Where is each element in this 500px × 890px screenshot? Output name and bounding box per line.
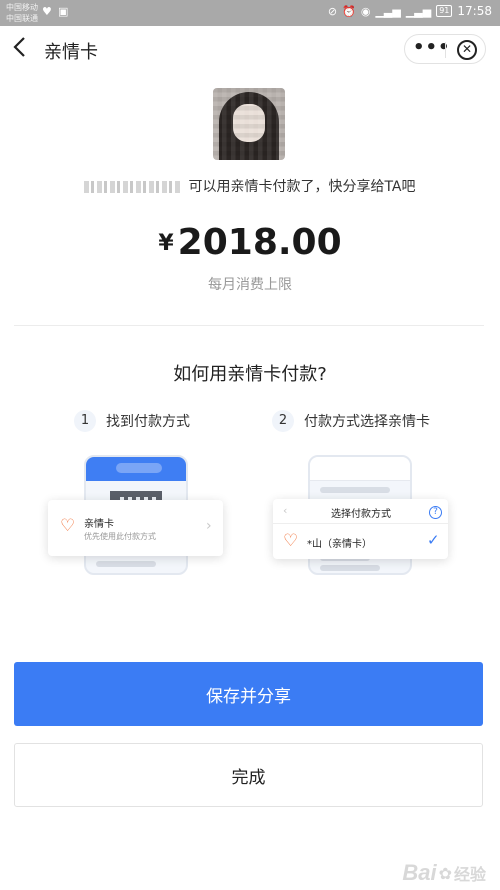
more-icon[interactable]: ••• — [413, 39, 450, 59]
share-message: 可以用亲情卡付款了，快分享给TA吧 — [0, 176, 500, 196]
carrier-labels: 中国移动 中国联通 — [6, 2, 38, 24]
baidu-jingyan-watermark: Bai ✿ 经验 — [402, 860, 486, 886]
monthly-limit-amount: ¥2018.00 — [0, 222, 500, 263]
step-2-number: 2 — [272, 410, 294, 432]
step-1: 1 找到付款方式 — [74, 410, 190, 432]
watermark-suffix: 经验 — [453, 865, 486, 884]
done-button[interactable]: 完成 — [14, 743, 483, 807]
carrier-2: 中国联通 — [6, 14, 38, 23]
signal-4g-icon: ▁▃▅ — [405, 4, 432, 18]
battery-level: 91 — [436, 5, 453, 17]
mute-icon: ⊘ — [327, 4, 338, 18]
carrier-1: 中国移动 — [6, 3, 38, 12]
signal-icon: ▁▃▅ — [375, 4, 401, 18]
heart-notification-icon: ♥ — [42, 5, 52, 18]
mini-program-capsule: ••• ✕ — [404, 34, 486, 64]
save-and-share-button[interactable]: 保存并分享 — [14, 662, 483, 726]
share-message-text: 可以用亲情卡付款了，快分享给TA吧 — [188, 179, 416, 195]
howto-title: 如何用亲情卡付款? — [173, 364, 327, 385]
watermark-text: Bai — [402, 860, 437, 885]
clock: 17:58 — [457, 4, 492, 18]
step-2-label: 付款方式选择亲情卡 — [304, 414, 430, 430]
paw-icon: ✿ — [438, 863, 452, 883]
illustration-card-1: ♡ 亲情卡 优先使用此付款方式 › — [48, 500, 223, 556]
avatar — [213, 88, 285, 160]
step-2: 2 付款方式选择亲情卡 — [272, 410, 430, 432]
close-icon[interactable]: ✕ — [457, 40, 477, 60]
section-divider — [14, 325, 484, 326]
nav-bar: 亲情卡 ••• ✕ — [0, 26, 500, 72]
amount-caption: 每月消费上限 — [208, 277, 292, 293]
status-icons: ⊘ ⏰ ◉ ▁▃▅ ▁▃▅ 91 17:58 — [328, 4, 492, 18]
eye-icon: ◉ — [360, 4, 371, 18]
illustration-card-1-title: 亲情卡 — [84, 519, 114, 530]
illustration-card-2: ‹ 选择付款方式 ? ♡ *山（亲情卡） ✓ — [273, 499, 448, 559]
chevron-right-icon: › — [206, 518, 212, 534]
blurred-username — [84, 181, 181, 193]
illustration-card-2-header: 选择付款方式 — [331, 509, 391, 520]
illustration-card-1-subtitle: 优先使用此付款方式 — [84, 532, 156, 541]
card-back-icon: ‹ — [283, 504, 288, 517]
currency-symbol: ¥ — [158, 231, 174, 256]
amount-value: 2018.00 — [177, 222, 342, 263]
illustration-card-2-option: *山（亲情卡） — [307, 539, 372, 550]
family-card-heart-icon: ♡ — [60, 516, 76, 536]
alarm-icon: ⏰ — [342, 4, 356, 18]
step-1-label: 找到付款方式 — [106, 414, 190, 430]
image-notification-icon: ▣ — [58, 5, 69, 18]
status-bar: 中国移动 中国联通 ♥ ▣ ⊘ ⏰ ◉ ▁▃▅ ▁▃▅ 91 17:58 — [0, 0, 500, 26]
capsule-divider — [445, 42, 446, 58]
check-icon: ✓ — [427, 531, 440, 549]
page-title: 亲情卡 — [44, 42, 98, 63]
step-1-number: 1 — [74, 410, 96, 432]
help-icon: ? — [429, 506, 442, 519]
family-card-heart-icon-2: ♡ — [283, 531, 299, 551]
back-arrow-icon[interactable] — [12, 36, 34, 62]
